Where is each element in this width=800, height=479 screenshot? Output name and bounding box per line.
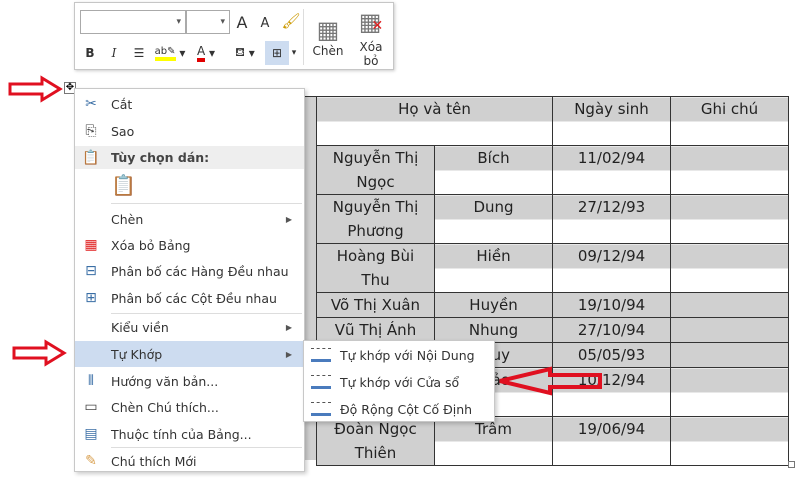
- annotation-arrows: [8, 75, 602, 396]
- arrow-right-icon: [12, 339, 67, 367]
- arrow-right-icon: [8, 75, 63, 103]
- arrow-left-icon: [499, 366, 602, 396]
